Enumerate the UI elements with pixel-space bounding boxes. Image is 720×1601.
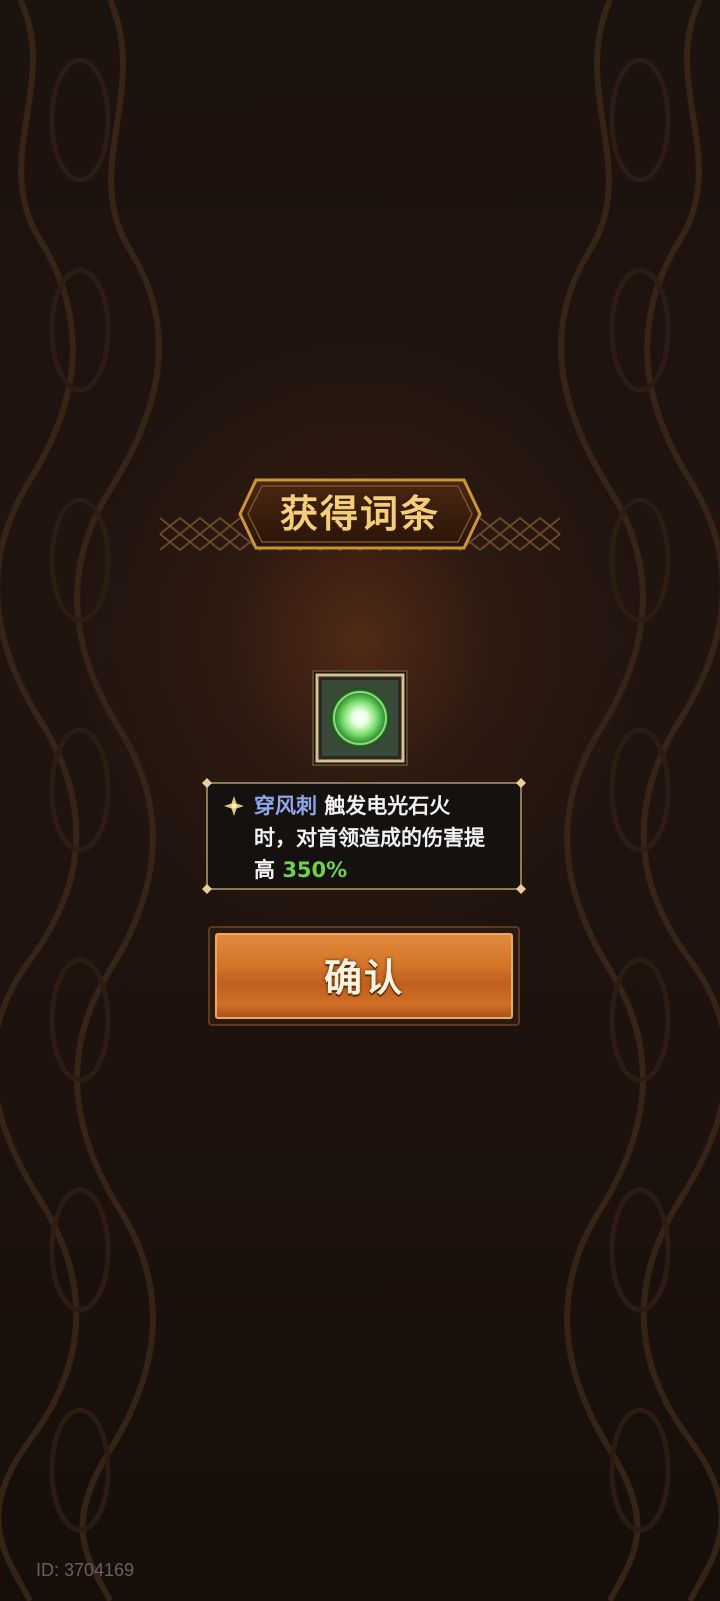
description-line-3-prefix: 高	[254, 858, 275, 882]
user-id-label: ID: 3704169	[36, 1560, 135, 1580]
confirm-button-face[interactable]: 确认	[215, 933, 513, 1019]
confirm-button-label: 确认	[323, 956, 404, 1000]
corner-ornament	[516, 884, 526, 894]
description-line-1: 触发电光石火	[324, 794, 451, 818]
dialog-title: 获得词条	[279, 492, 440, 536]
item-description-box: 穿风刺 触发电光石火 时，对首领造成的伤害提 高 350%	[202, 778, 526, 894]
right-ornament	[558, 0, 720, 1601]
corner-ornament	[516, 778, 526, 788]
corner-ornament	[202, 884, 212, 894]
confirm-button[interactable]: 确认	[208, 926, 520, 1026]
item-description: 穿风刺 触发电光石火 时，对首领造成的伤害提 高 350%	[254, 790, 516, 886]
sparkle-icon	[224, 796, 244, 816]
skill-value: 350%	[282, 858, 348, 882]
corner-ornament	[202, 778, 212, 788]
description-line-2: 时，对首领造成的伤害提	[254, 826, 485, 850]
green-orb-icon	[330, 688, 390, 748]
left-ornament	[0, 0, 162, 1601]
skill-name: 穿风刺	[254, 794, 317, 818]
item-slot[interactable]	[312, 670, 408, 766]
